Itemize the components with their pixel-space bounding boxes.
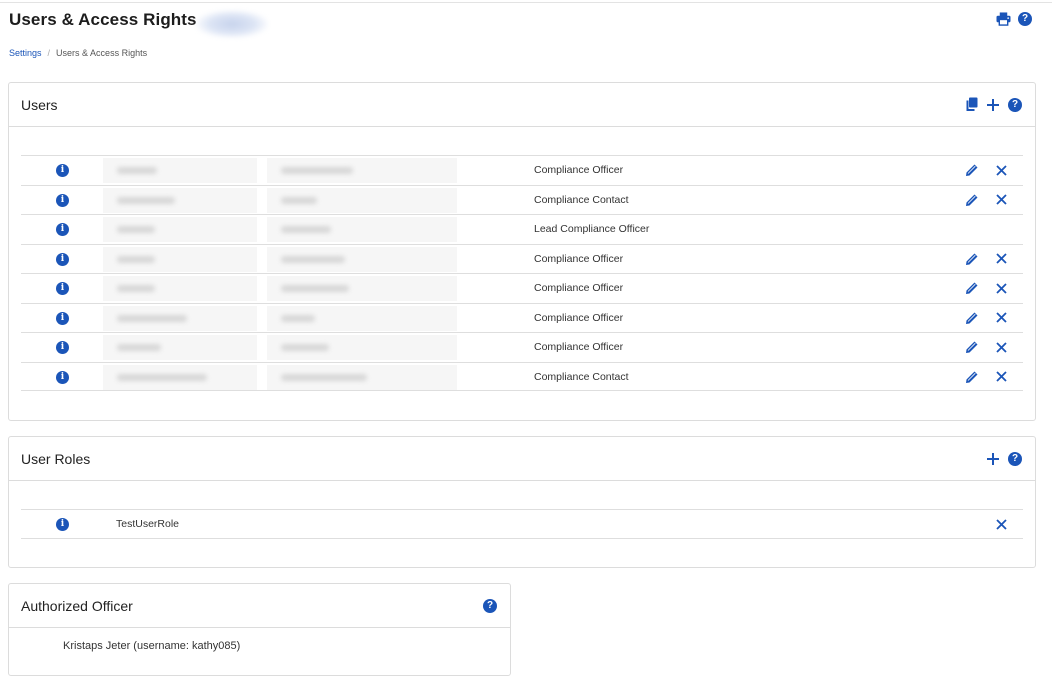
remove-x-icon[interactable] [993, 369, 1009, 385]
breadcrumb-separator: / [47, 48, 51, 58]
user-role: Compliance Officer [534, 311, 624, 324]
remove-x-icon[interactable] [993, 339, 1009, 355]
user-roles-panel-title: User Roles [21, 450, 91, 467]
redacted-fullname [267, 305, 457, 331]
redacted-fullname [267, 364, 457, 390]
remove-x-icon[interactable] [993, 192, 1009, 208]
edit-pencil-icon[interactable] [964, 369, 980, 385]
info-icon[interactable]: i [56, 341, 69, 354]
redacted-fullname [267, 246, 457, 272]
add-user-plus-icon[interactable] [985, 97, 1001, 113]
row-actions [964, 280, 1009, 296]
redacted-username [103, 276, 257, 301]
table-row: i Compliance Contact [21, 361, 1023, 391]
user-roles-table: i TestUserRole [21, 509, 1023, 539]
authorized-officer-panel-title: Authorized Officer [21, 597, 133, 614]
user-role: Compliance Officer [534, 341, 624, 353]
table-row: i TestUserRole [21, 509, 1023, 539]
breadcrumb: Settings / Users & Access Rights [9, 48, 147, 58]
remove-x-icon[interactable] [993, 280, 1009, 296]
edit-pencil-icon[interactable] [964, 192, 980, 208]
page-actions: ? [995, 11, 1033, 27]
user-role: Lead Compliance Officer [534, 223, 650, 235]
add-role-plus-icon[interactable] [985, 451, 1001, 467]
row-actions [964, 162, 1009, 178]
table-row: i Compliance Contact [21, 184, 1023, 215]
redacted-username [103, 158, 257, 183]
redacted-username [103, 364, 257, 390]
row-actions [964, 251, 1009, 267]
info-icon[interactable]: i [56, 252, 69, 266]
edit-pencil-icon[interactable] [964, 251, 980, 267]
redacted-fullname [267, 217, 457, 242]
edit-pencil-icon[interactable] [964, 310, 980, 326]
table-row: i Compliance Officer [21, 302, 1023, 333]
remove-x-icon[interactable] [993, 516, 1009, 532]
authorized-officer-panel-header: Authorized Officer ? [9, 584, 510, 628]
redacted-title-badge [196, 10, 268, 38]
help-icon[interactable]: ? [1017, 11, 1033, 27]
table-row: i Compliance Officer [21, 243, 1023, 274]
table-row: i Compliance Officer [21, 273, 1023, 303]
redacted-username [103, 246, 257, 272]
user-role: Compliance Officer [534, 252, 624, 265]
table-row: i Compliance Officer [21, 332, 1023, 362]
authorized-officer-panel: Authorized Officer ? Kristaps Jeter (use… [8, 583, 511, 676]
info-icon[interactable]: i [56, 518, 69, 531]
redacted-fullname [267, 187, 457, 213]
info-icon[interactable]: i [56, 193, 69, 207]
top-divider [0, 2, 1052, 3]
help-icon[interactable]: ? [1007, 451, 1023, 467]
info-icon[interactable]: i [56, 282, 69, 295]
redacted-username [103, 305, 257, 331]
table-row: i Lead Compliance Officer [21, 214, 1023, 244]
user-role: Compliance Contact [534, 370, 629, 383]
user-roles-panel-header: User Roles ? [9, 437, 1035, 481]
edit-pencil-icon[interactable] [964, 162, 980, 178]
remove-x-icon[interactable] [993, 310, 1009, 326]
breadcrumb-settings-link[interactable]: Settings [9, 48, 42, 58]
redacted-username [103, 335, 257, 360]
info-icon[interactable]: i [56, 164, 69, 177]
users-table: i Compliance Officer i Compliance Contac… [21, 155, 1023, 391]
info-icon[interactable]: i [56, 370, 69, 384]
row-actions [993, 516, 1009, 532]
row-actions [964, 192, 1009, 208]
authorized-officer-value: Kristaps Jeter (username: kathy085) [63, 640, 241, 652]
help-icon[interactable]: ? [1007, 97, 1023, 113]
redacted-username [103, 187, 257, 213]
row-actions [964, 339, 1009, 355]
users-panel-header: Users ? [9, 83, 1035, 127]
info-icon[interactable]: i [56, 223, 69, 236]
users-panel: Users ? i Compliance Officer i Complianc… [8, 82, 1036, 421]
page-title: Users & Access Rights [9, 10, 197, 29]
user-role: Compliance Officer [534, 164, 624, 176]
redacted-fullname [267, 276, 457, 301]
edit-pencil-icon[interactable] [964, 339, 980, 355]
copy-icon[interactable] [963, 97, 979, 113]
users-panel-title: Users [21, 96, 58, 113]
redacted-fullname [267, 335, 457, 360]
user-roles-panel-actions: ? [985, 451, 1023, 467]
remove-x-icon[interactable] [993, 162, 1009, 178]
redacted-username [103, 217, 257, 242]
help-icon[interactable]: ? [482, 598, 498, 614]
role-name: TestUserRole [116, 518, 180, 530]
user-role: Compliance Officer [534, 282, 624, 294]
authorized-officer-panel-actions: ? [482, 598, 498, 614]
user-role: Compliance Contact [534, 193, 629, 206]
edit-pencil-icon[interactable] [964, 280, 980, 296]
redacted-fullname [267, 158, 457, 183]
users-panel-actions: ? [963, 97, 1023, 113]
breadcrumb-current: Users & Access Rights [56, 48, 148, 58]
info-icon[interactable]: i [56, 311, 69, 325]
row-actions [964, 369, 1009, 385]
row-actions [964, 310, 1009, 326]
user-roles-panel: User Roles ? i TestUserRole [8, 436, 1036, 568]
remove-x-icon[interactable] [993, 251, 1009, 267]
table-row: i Compliance Officer [21, 155, 1023, 185]
print-icon[interactable] [995, 11, 1011, 27]
